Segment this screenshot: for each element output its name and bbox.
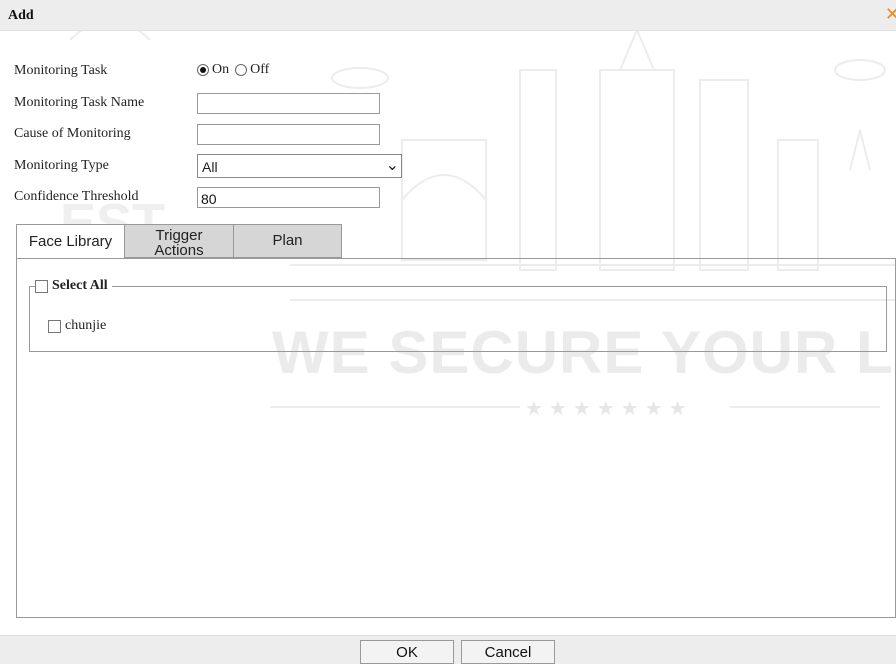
- cause-label: Cause of Monitoring: [14, 126, 131, 141]
- tab-face-library[interactable]: Face Library: [16, 224, 125, 259]
- library-item-checkbox[interactable]: [48, 319, 61, 333]
- task-name-input[interactable]: [197, 93, 380, 114]
- ok-button[interactable]: OK: [360, 640, 454, 664]
- close-icon[interactable]: ✕: [885, 4, 896, 25]
- select-all-label[interactable]: Select All: [52, 278, 108, 294]
- monitoring-type-label: Monitoring Type: [14, 158, 109, 173]
- tab-plan-label: Plan: [272, 232, 303, 249]
- tab-trigger-label-line1: Trigger: [155, 227, 203, 244]
- library-item-label[interactable]: chunjie: [65, 318, 106, 334]
- monitoring-type-value: All: [202, 159, 218, 175]
- tab-plan[interactable]: Plan: [233, 224, 342, 258]
- dialog-title: Add: [8, 8, 34, 23]
- radio-off[interactable]: [235, 64, 248, 76]
- tab-trigger-actions[interactable]: Trigger Actions: [124, 224, 234, 258]
- confidence-threshold-label: Confidence Threshold: [14, 189, 139, 204]
- list-item: chunjie: [48, 318, 106, 334]
- face-library-group: [29, 286, 887, 352]
- cause-input[interactable]: [197, 124, 380, 145]
- radio-off-label[interactable]: Off: [250, 62, 269, 78]
- monitoring-task-radio-group: On Off: [197, 62, 269, 78]
- monitoring-type-select[interactable]: All ⌄: [197, 154, 402, 178]
- tab-face-library-label: Face Library: [28, 233, 113, 250]
- select-all-row: Select All: [35, 278, 112, 294]
- task-name-label: Monitoring Task Name: [14, 95, 145, 110]
- chevron-down-icon: ⌄: [385, 155, 399, 174]
- select-all-checkbox[interactable]: [35, 279, 48, 293]
- confidence-threshold-input[interactable]: 80: [197, 187, 380, 208]
- monitoring-task-label: Monitoring Task: [14, 63, 108, 78]
- tab-trigger-label-line2: Actions: [154, 242, 204, 259]
- cancel-button[interactable]: Cancel: [461, 640, 555, 664]
- dialog-titlebar: Add ✕: [0, 0, 896, 31]
- radio-on-label[interactable]: On: [212, 62, 229, 78]
- radio-on[interactable]: [197, 64, 209, 76]
